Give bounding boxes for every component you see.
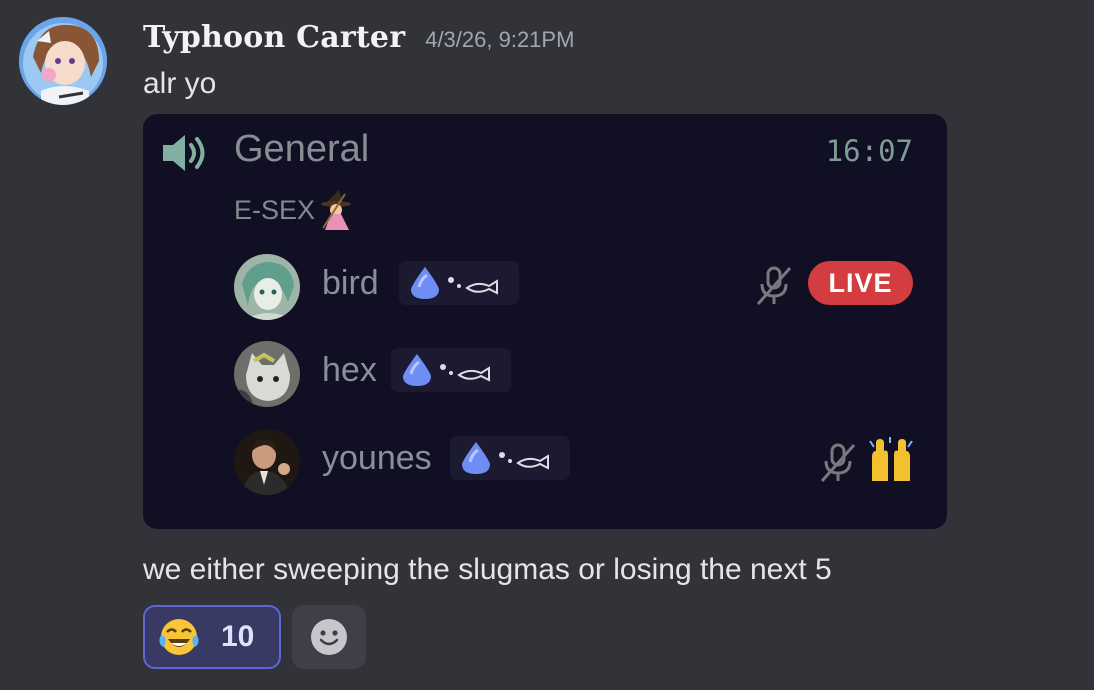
smiley-add-reaction-icon xyxy=(311,619,347,655)
message-timestamp: 4/3/26, 9:21PM xyxy=(425,27,575,52)
voice-member-bird[interactable]: bird LIVE xyxy=(234,254,924,320)
voice-channel-card: General 16:07 E-SEX bird LIVE hex younes xyxy=(143,114,947,529)
chat-message: Typhoon Carter 4/3/26, 9:21PM alr yo Gen… xyxy=(0,0,1094,690)
member-name: bird xyxy=(322,264,379,302)
member-avatar[interactable] xyxy=(234,429,300,495)
member-name: younes xyxy=(322,439,432,477)
member-name: hex xyxy=(322,351,377,389)
channel-name[interactable]: General xyxy=(234,128,369,171)
fish-icon xyxy=(499,452,549,470)
muted-mic-icon xyxy=(756,266,792,305)
blue-drop-icon xyxy=(462,442,490,474)
live-badge[interactable]: LIVE xyxy=(808,261,913,305)
reaction-count: 10 xyxy=(221,620,255,653)
muted-mic-icon xyxy=(820,443,856,482)
channel-status: E-SEX xyxy=(234,188,355,232)
member-tag xyxy=(399,261,519,305)
witch-emoji xyxy=(321,190,352,230)
channel-status-text: E-SEX xyxy=(234,194,316,225)
member-tag xyxy=(450,436,570,480)
tears-of-joy-emoji xyxy=(159,619,199,655)
fish-icon xyxy=(448,277,498,295)
voice-member-hex[interactable]: hex xyxy=(234,341,924,407)
blue-drop-icon xyxy=(403,354,431,386)
fish-icon xyxy=(440,364,490,382)
member-tag xyxy=(391,348,511,392)
call-duration: 16:07 xyxy=(825,134,913,168)
member-avatar[interactable] xyxy=(234,254,300,320)
reaction-tears-of-joy[interactable]: 10 xyxy=(143,605,281,669)
blue-drop-icon xyxy=(411,267,439,299)
message-text-line-2: we either sweeping the slugmas or losing… xyxy=(143,553,832,586)
message-text-line-1: alr yo xyxy=(143,67,217,100)
speaker-icon xyxy=(163,135,205,171)
add-reaction-button[interactable] xyxy=(292,605,366,669)
message-header: Typhoon Carter 4/3/26, 9:21PM xyxy=(143,20,574,60)
member-avatar[interactable] xyxy=(234,341,300,407)
author-name[interactable]: Typhoon Carter xyxy=(143,20,405,55)
author-avatar[interactable] xyxy=(19,17,107,105)
raising-hands-emoji xyxy=(869,437,913,481)
voice-member-younes[interactable]: younes xyxy=(234,429,924,495)
